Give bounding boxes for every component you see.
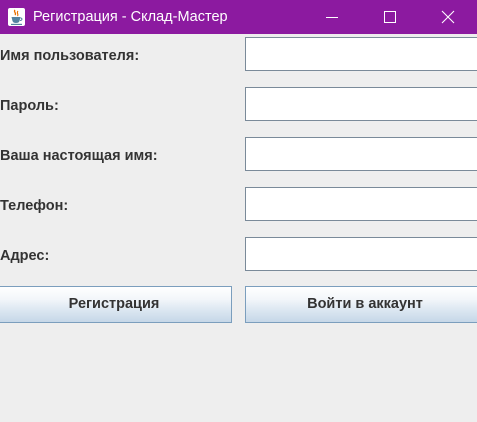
real-name-input[interactable] [245, 137, 477, 171]
title-bar[interactable]: Регистрация - Склад-Мастер [0, 0, 477, 34]
address-input[interactable] [245, 237, 477, 271]
java-coffee-cup-icon [8, 8, 25, 26]
login-button[interactable]: Войти в аккаунт [245, 286, 477, 323]
minimize-button[interactable] [304, 0, 360, 34]
address-label: Адрес: [0, 248, 50, 264]
username-input[interactable] [245, 37, 477, 71]
real-name-label: Ваша настоящая имя: [0, 148, 158, 164]
password-input[interactable] [245, 87, 477, 121]
register-button[interactable]: Регистрация [0, 286, 232, 323]
window-title: Регистрация - Склад-Мастер [33, 9, 228, 25]
phone-input[interactable] [245, 187, 477, 221]
maximize-icon [384, 11, 396, 23]
minimize-icon [326, 17, 338, 18]
phone-label: Телефон: [0, 198, 69, 214]
close-icon [441, 10, 455, 24]
registration-window: Регистрация - Склад-Мастер Имя пользоват… [0, 0, 477, 422]
maximize-button[interactable] [362, 0, 418, 34]
password-label: Пароль: [0, 98, 59, 114]
username-label: Имя пользователя: [0, 48, 140, 64]
close-button[interactable] [420, 0, 476, 34]
